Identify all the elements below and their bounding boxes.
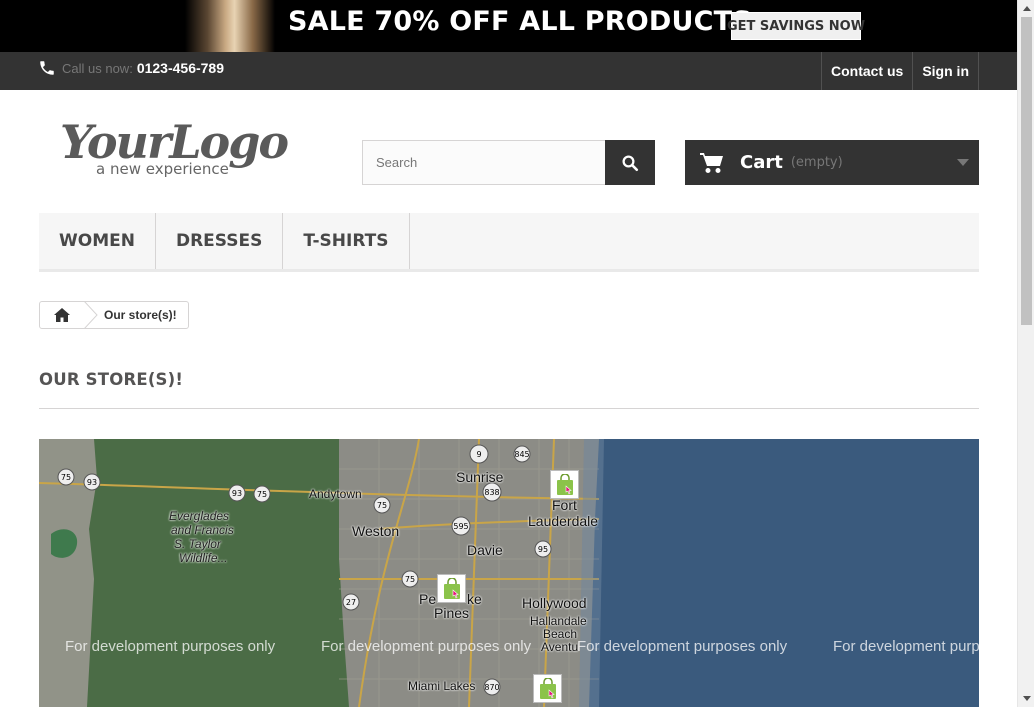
dev-watermark: For development purposes only — [321, 638, 532, 655]
breadcrumb-current: Our store(s)! — [104, 308, 177, 322]
road-shield: 595 — [451, 516, 471, 536]
map-label-hollywood: Hollywood — [522, 595, 587, 611]
road-shield: 75 — [253, 485, 271, 503]
svg-text:75: 75 — [257, 490, 267, 499]
phone-number: 0123-456-789 — [136, 60, 224, 76]
map-label-wildlife: Wildlife... — [179, 551, 228, 565]
contact-us-link[interactable]: Contact us — [820, 52, 912, 90]
search-input[interactable] — [362, 140, 605, 185]
cart-status: (empty) — [790, 155, 843, 170]
cart-block[interactable]: Cart (empty) — [685, 140, 979, 185]
menu-item-dresses[interactable]: DRESSES — [156, 213, 284, 269]
road-shield: 93 — [228, 484, 246, 502]
map-label-pines: Pines — [434, 605, 470, 621]
breadcrumb: Our store(s)! — [39, 301, 189, 329]
phone-info: Call us now: 0123-456-789 — [38, 59, 224, 77]
menu-item-women[interactable]: WOMEN — [39, 213, 156, 269]
breadcrumb-home[interactable] — [40, 302, 84, 328]
cart-label: Cart — [740, 152, 783, 173]
map-label-fort: Fort — [552, 497, 577, 513]
road-shield: 75 — [57, 468, 75, 486]
map-label-aventura: Aventu — [541, 640, 579, 654]
svg-text:27: 27 — [346, 598, 356, 607]
call-us-label: Call us now: — [62, 60, 133, 76]
store-map[interactable]: 75 93 93 75 75 9 838 595 95 75 27 845 87… — [39, 439, 979, 707]
header-links: Contact us Sign in — [820, 52, 979, 90]
svg-text:75: 75 — [377, 501, 387, 510]
map-label-weston: Weston — [352, 523, 400, 539]
page-title: OUR STORE(S)! — [39, 370, 184, 389]
road-shield: 75 — [373, 496, 391, 514]
road-shield: 75 — [401, 570, 419, 588]
home-icon — [54, 308, 70, 322]
cart-icon — [700, 152, 723, 173]
store-marker[interactable] — [533, 674, 562, 703]
svg-text:93: 93 — [87, 478, 97, 487]
store-marker[interactable] — [437, 574, 466, 603]
road-shield: 95 — [534, 540, 552, 558]
road-shield: 27 — [342, 593, 360, 611]
logo-graphic: YourLogo a new experience — [60, 115, 290, 178]
map-label-hallandale: Hallandale — [530, 614, 587, 628]
shopping-bag-icon — [539, 677, 556, 699]
page: SALE 70% OFF ALL PRODUCTS GET SAVINGS NO… — [0, 0, 1034, 707]
top-nav-bar: Call us now: 0123-456-789 Contact us Sig… — [0, 52, 1017, 90]
svg-text:595: 595 — [453, 522, 468, 531]
store-logo[interactable]: YourLogo a new experience — [60, 108, 300, 183]
dev-watermark: For development purposes only — [65, 638, 276, 655]
store-marker[interactable] — [550, 470, 579, 499]
svg-text:95: 95 — [538, 545, 548, 554]
banner-model-image — [185, 0, 275, 52]
road-shield: 93 — [83, 473, 101, 491]
svg-text:845: 845 — [514, 450, 529, 459]
vertical-scrollbar[interactable] — [1017, 0, 1034, 707]
svg-text:838: 838 — [484, 488, 499, 497]
title-divider — [39, 408, 979, 409]
dev-watermark: For development purposes only — [577, 638, 788, 655]
road-shield: 845 — [513, 445, 531, 463]
shopping-bag-icon — [556, 473, 573, 495]
dev-watermark: For development purp — [833, 638, 979, 655]
get-savings-button[interactable]: GET SAVINGS NOW — [727, 12, 865, 40]
arrow-down-icon — [1022, 696, 1031, 701]
search-icon — [622, 155, 639, 171]
scrollbar-thumb[interactable] — [1021, 17, 1032, 325]
svg-text:9: 9 — [476, 450, 481, 459]
map-label-taylor: S. Taylor — [174, 537, 221, 551]
arrow-up-icon — [1022, 6, 1031, 11]
map-base: 75 93 93 75 75 9 838 595 95 75 27 845 87… — [39, 439, 979, 707]
phone-icon — [40, 61, 54, 75]
map-label-davie: Davie — [467, 542, 503, 558]
scroll-up-arrow[interactable] — [1018, 0, 1034, 17]
map-label-everglades: Everglades — [169, 509, 230, 523]
map-label-lake: ke — [467, 591, 482, 607]
menu-item-tshirts[interactable]: T-SHIRTS — [283, 213, 410, 269]
map-label-andytown: Andytown — [309, 487, 362, 501]
map-label-beach: Beach — [543, 627, 578, 641]
search-block — [362, 140, 655, 185]
map-label-miami-lakes: Miami Lakes — [408, 679, 476, 693]
svg-text:75: 75 — [405, 575, 415, 584]
breadcrumb-separator — [84, 302, 98, 328]
logo-tagline: a new experience — [96, 160, 229, 178]
map-label-and-francis: and Francis — [171, 523, 234, 537]
sign-in-link[interactable]: Sign in — [912, 52, 979, 90]
scroll-down-arrow[interactable] — [1018, 690, 1034, 707]
main-menu: WOMEN DRESSES T-SHIRTS — [39, 213, 979, 272]
map-label-lauderdale: Lauderdale — [528, 513, 599, 529]
road-shield: 838 — [482, 482, 502, 502]
map-label-sunrise: Sunrise — [456, 469, 504, 485]
road-shield: 9 — [469, 444, 489, 464]
promo-banner[interactable]: SALE 70% OFF ALL PRODUCTS GET SAVINGS NO… — [0, 0, 1017, 52]
banner-headline: SALE 70% OFF ALL PRODUCTS — [288, 6, 752, 37]
svg-text:75: 75 — [61, 473, 71, 482]
search-button[interactable] — [605, 140, 655, 185]
road-shield: 870 — [483, 678, 501, 696]
svg-text:93: 93 — [232, 489, 242, 498]
svg-text:870: 870 — [484, 683, 499, 692]
shopping-bag-icon — [443, 577, 460, 599]
chevron-down-icon — [957, 159, 969, 166]
